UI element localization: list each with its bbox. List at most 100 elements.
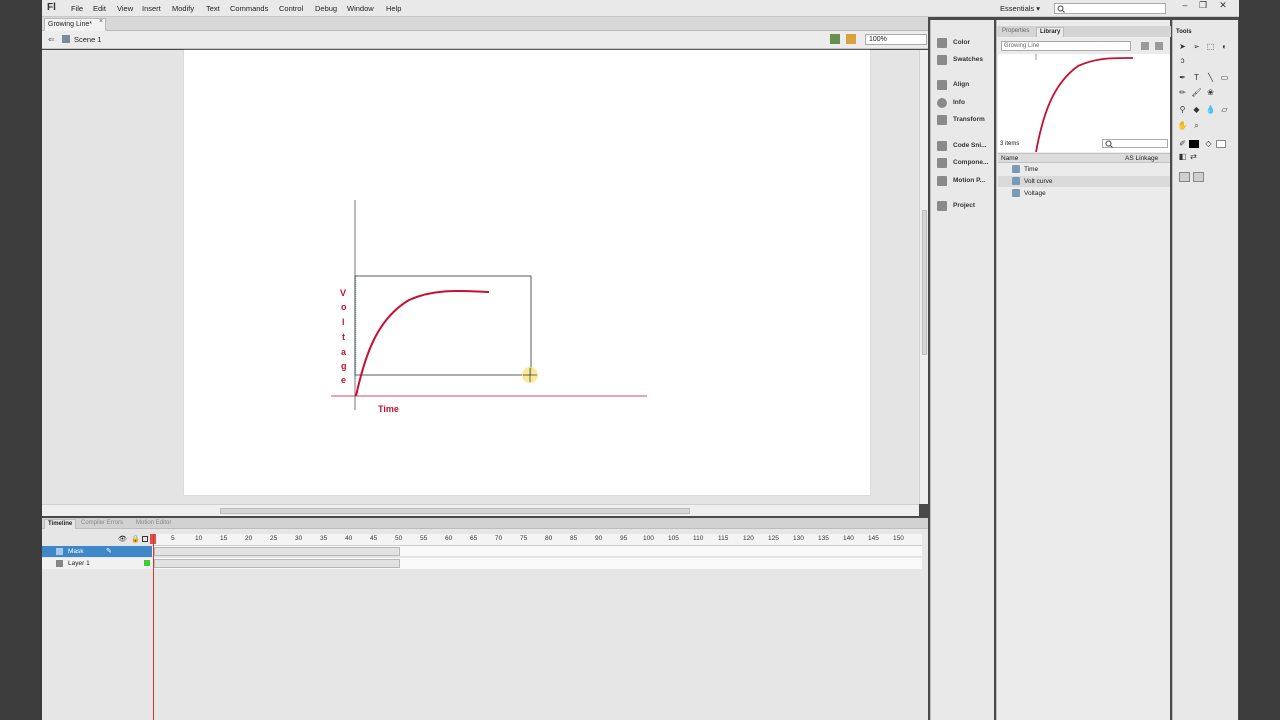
- minimize-icon[interactable]: –: [1176, 0, 1194, 12]
- text-tool-icon[interactable]: T: [1191, 72, 1202, 83]
- axis-y-letter: o: [341, 302, 347, 312]
- tab-timeline[interactable]: Timeline: [44, 519, 77, 529]
- subselection-tool-icon[interactable]: ➢: [1191, 41, 1202, 52]
- frame-number: 105: [668, 535, 679, 542]
- workspace-switcher[interactable]: Essentials ▾: [1000, 4, 1040, 13]
- frames-row-layer-1[interactable]: [152, 558, 922, 569]
- pin-icon[interactable]: [1141, 42, 1149, 50]
- menu-file[interactable]: File: [71, 4, 83, 13]
- layer-row-mask[interactable]: Mask ✎: [42, 546, 152, 557]
- library-item-voltage[interactable]: Voltage: [998, 188, 1170, 199]
- selection-tool-icon[interactable]: ➤: [1177, 41, 1188, 52]
- tab-properties[interactable]: Properties: [999, 27, 1032, 37]
- menu-insert[interactable]: Insert: [142, 4, 161, 13]
- horizontal-scrollbar[interactable]: [42, 504, 919, 516]
- frames-row-mask[interactable]: [152, 546, 922, 557]
- info-icon: [937, 98, 947, 108]
- menu-control[interactable]: Control: [279, 4, 303, 13]
- brush-tool-icon[interactable]: 🖌: [1191, 87, 1202, 98]
- vertical-scrollbar[interactable]: [919, 50, 928, 504]
- 3d-rotation-tool-icon[interactable]: ◐: [1219, 41, 1230, 52]
- menu-edit[interactable]: Edit: [93, 4, 106, 13]
- frame-span[interactable]: [154, 547, 400, 556]
- menu-commands[interactable]: Commands: [230, 4, 268, 13]
- axis-y-letter: e: [341, 375, 347, 385]
- frame-span[interactable]: [154, 559, 400, 568]
- zoom-tool-icon[interactable]: ⌕: [1191, 120, 1202, 131]
- eyedropper-tool-icon[interactable]: 💧: [1205, 104, 1216, 115]
- pen-tool-icon[interactable]: ✒: [1177, 72, 1188, 83]
- frame-number: 145: [868, 535, 879, 542]
- edit-symbols-icon[interactable]: [846, 34, 856, 44]
- menu-modify[interactable]: Modify: [172, 4, 194, 13]
- app-logo: Fl: [47, 2, 56, 13]
- dock-item-components[interactable]: Compone...: [935, 156, 993, 172]
- dock-item-motion-presets[interactable]: Motion P...: [935, 174, 993, 190]
- library-item-time[interactable]: Time: [998, 164, 1170, 175]
- frame-ruler[interactable]: 5 10 15 20 25 30 35 40 45 50 55 60 65 70…: [152, 534, 922, 546]
- outline-icon[interactable]: [142, 536, 148, 542]
- axis-y-letter: a: [341, 347, 347, 357]
- free-transform-tool-icon[interactable]: ⬚: [1205, 41, 1216, 52]
- dock-item-color[interactable]: Color: [935, 36, 993, 52]
- edit-scene-icon[interactable]: [830, 34, 840, 44]
- paint-bucket-tool-icon[interactable]: ◆: [1191, 104, 1202, 115]
- stage[interactable]: V o l t a g e Time: [184, 50, 870, 495]
- library-document-select[interactable]: Growing Line: [1001, 41, 1131, 51]
- stroke-color-icon[interactable]: ✐: [1177, 138, 1188, 149]
- dock-item-align[interactable]: Align: [935, 78, 993, 94]
- back-arrow-icon[interactable]: ⇐: [48, 35, 55, 44]
- menu-debug[interactable]: Debug: [315, 4, 337, 13]
- menu-view[interactable]: View: [117, 4, 133, 13]
- menu-text[interactable]: Text: [206, 4, 220, 13]
- dock-item-swatches[interactable]: Swatches: [935, 53, 993, 69]
- help-search-input[interactable]: [1054, 3, 1166, 14]
- lasso-tool-icon[interactable]: ↄ: [1177, 55, 1188, 66]
- rectangle-tool-icon[interactable]: ▭: [1219, 72, 1230, 83]
- horizontal-scroll-thumb[interactable]: [220, 508, 690, 514]
- document-tab[interactable]: Growing Line*: [44, 18, 106, 31]
- dock-item-project[interactable]: Project: [935, 199, 993, 215]
- column-as-linkage[interactable]: AS Linkage: [1125, 155, 1158, 162]
- object-drawing-icon[interactable]: [1179, 172, 1190, 182]
- eye-icon[interactable]: 👁: [118, 535, 127, 543]
- fill-color-swatch[interactable]: [1216, 140, 1226, 148]
- lock-icon[interactable]: 🔒: [131, 535, 140, 543]
- tools-title: Tools: [1176, 29, 1192, 35]
- panel-dock: Color Swatches Align Info Transform Code…: [930, 20, 994, 720]
- frame-number: 90: [595, 535, 603, 542]
- restore-icon[interactable]: ❐: [1194, 0, 1212, 12]
- bone-tool-icon[interactable]: ⚲: [1177, 104, 1188, 115]
- dock-item-code-snippets[interactable]: Code Sni...: [935, 139, 993, 155]
- frame-number: 150: [893, 535, 904, 542]
- layer-color-swatch[interactable]: [144, 560, 150, 566]
- frame-number: 100: [643, 535, 654, 542]
- line-tool-icon[interactable]: ╲: [1205, 72, 1216, 83]
- default-colors-icon[interactable]: ◧: [1177, 151, 1188, 162]
- zoom-select[interactable]: 100%: [865, 34, 927, 45]
- dock-item-transform[interactable]: Transform: [935, 113, 993, 129]
- swap-colors-icon[interactable]: ⇄: [1188, 151, 1199, 162]
- layer-row-layer-1[interactable]: Layer 1: [42, 558, 152, 569]
- library-search-input[interactable]: [1102, 139, 1168, 148]
- menu-window[interactable]: Window: [347, 4, 374, 13]
- tab-close-icon[interactable]: ×: [99, 18, 103, 25]
- hand-tool-icon[interactable]: ✋: [1177, 120, 1188, 131]
- pencil-tool-icon[interactable]: ✏: [1177, 87, 1188, 98]
- eraser-tool-icon[interactable]: ▱: [1219, 104, 1230, 115]
- column-name[interactable]: Name: [1001, 155, 1018, 162]
- right-border: [1239, 0, 1280, 720]
- deco-tool-icon[interactable]: ❀: [1205, 87, 1216, 98]
- vertical-scroll-thumb[interactable]: [922, 210, 927, 355]
- tab-compiler-errors[interactable]: Compiler Errors: [78, 519, 126, 529]
- new-library-icon[interactable]: [1155, 42, 1163, 50]
- dock-item-info[interactable]: Info: [935, 96, 993, 112]
- snap-to-objects-icon[interactable]: [1193, 172, 1204, 182]
- fill-color-icon[interactable]: ◇: [1203, 138, 1214, 149]
- tab-library[interactable]: Library: [1036, 27, 1065, 37]
- tab-motion-editor[interactable]: Motion Editor: [133, 519, 174, 529]
- close-icon[interactable]: ✕: [1214, 0, 1232, 12]
- stroke-color-swatch[interactable]: [1189, 140, 1199, 148]
- menu-help[interactable]: Help: [386, 4, 401, 13]
- library-item-volt-curve[interactable]: Volt curve: [998, 176, 1170, 187]
